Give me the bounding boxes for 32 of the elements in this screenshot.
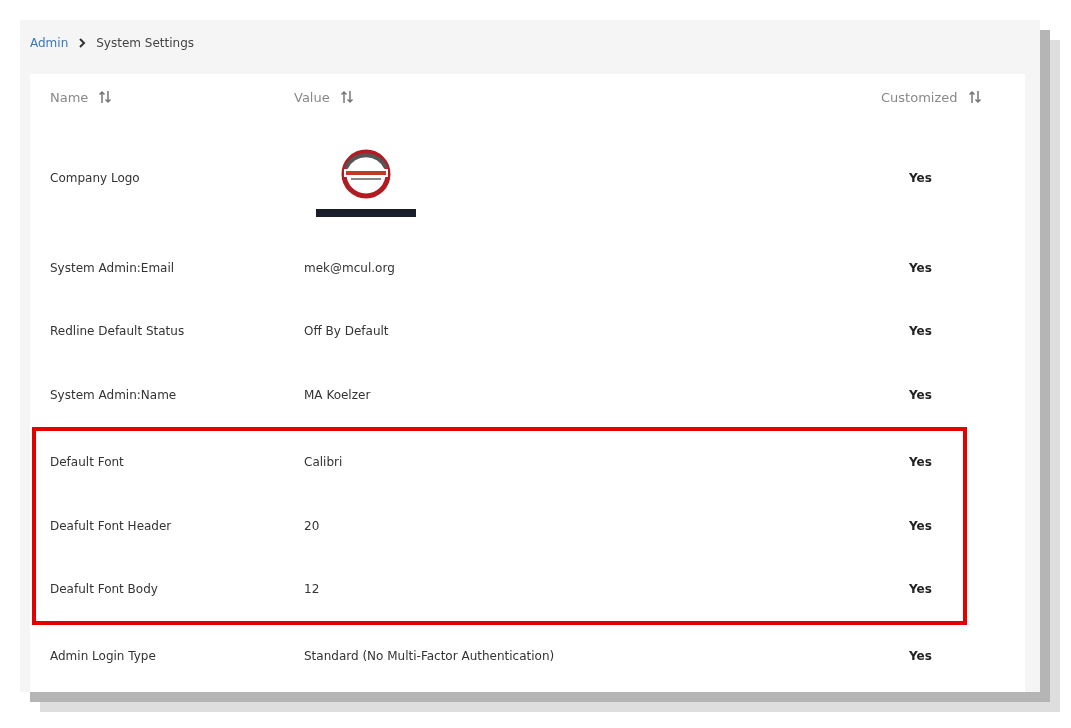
setting-value: Off By Default xyxy=(304,324,389,339)
setting-name: System Admin:Email xyxy=(50,260,175,275)
customized-value: Yes xyxy=(908,388,932,402)
setting-name: Deafult Font Body xyxy=(50,582,158,596)
setting-value: Standard (No Multi-Factor Authentication) xyxy=(304,649,555,664)
customized-value: Yes xyxy=(908,455,932,470)
customized-value: Yes xyxy=(908,324,932,339)
customized-value: Yes xyxy=(908,582,932,596)
setting-name: Default Font xyxy=(50,455,124,470)
sort-icon[interactable] xyxy=(339,90,354,104)
customized-value: Yes xyxy=(908,518,932,533)
customized-value: Yes xyxy=(908,649,932,664)
customized-value: Yes xyxy=(908,260,932,275)
customized-value: Yes xyxy=(908,171,932,185)
breadcrumb-current: System Settings xyxy=(96,36,195,50)
column-header[interactable]: Name xyxy=(50,89,89,105)
chevron-icon xyxy=(78,38,87,48)
setting-value: 20 xyxy=(304,518,320,533)
setting-value: 12 xyxy=(304,582,320,596)
setting-value: Calibri xyxy=(304,455,343,470)
breadcrumb-link[interactable]: Admin xyxy=(30,36,69,50)
setting-name: Admin Login Type xyxy=(50,649,156,664)
column-header[interactable]: Value xyxy=(294,89,330,105)
sort-icon[interactable] xyxy=(967,90,982,104)
setting-name: Redline Default Status xyxy=(50,324,185,339)
setting-name: System Admin:Name xyxy=(50,388,177,402)
setting-value: mek@mcul.org xyxy=(304,260,395,275)
setting-name: Company Logo xyxy=(50,171,140,185)
sort-icon[interactable] xyxy=(98,90,113,104)
setting-value: MA Koelzer xyxy=(304,388,371,402)
column-header[interactable]: Customized xyxy=(881,89,958,105)
setting-name: Deafult Font Header xyxy=(50,518,172,533)
